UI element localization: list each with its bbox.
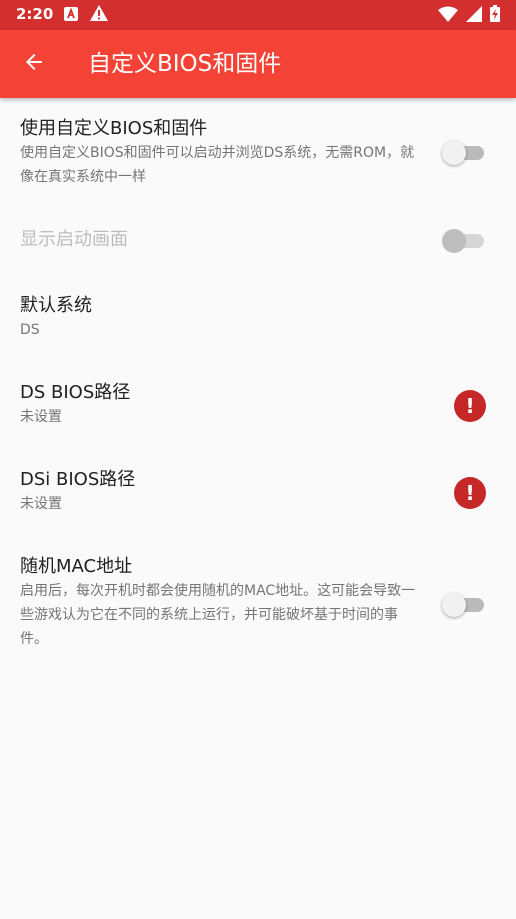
pref-title: 显示启动画面: [20, 229, 128, 250]
alert-icon: !: [454, 477, 486, 509]
status-time: 2:20: [16, 5, 54, 23]
pref-ds-bios-path[interactable]: DS BIOS路径 未设置 !: [0, 364, 516, 452]
pref-use-custom-bios[interactable]: 使用自定义BIOS和固件 使用自定义BIOS和固件可以启动并浏览DS系统，无需R…: [0, 98, 516, 214]
pref-dsi-bios-path[interactable]: DSi BIOS路径 未设置 !: [0, 452, 516, 540]
pref-summary: 未设置: [20, 496, 62, 512]
pref-default-system[interactable]: 默认系统 DS: [0, 277, 516, 364]
pref-show-boot-screen[interactable]: 显示启动画面: [0, 214, 516, 277]
signal-icon: [466, 5, 482, 26]
status-left-icons: [64, 5, 108, 25]
pref-summary: 启用后，每次开机时都会使用随机的MAC地址。这可能会导致一些游戏认为它在不同的系…: [20, 583, 416, 647]
app-bar: 自定义BIOS和固件: [0, 30, 516, 98]
random-mac-switch[interactable]: [442, 593, 484, 617]
status-bar: 2:20: [0, 0, 516, 30]
switch-thumb: [442, 593, 466, 617]
pref-title: DS BIOS路径: [20, 382, 131, 403]
preferences-list: 使用自定义BIOS和固件 使用自定义BIOS和固件可以启动并浏览DS系统，无需R…: [0, 98, 516, 670]
back-button[interactable]: [12, 42, 56, 86]
battery-charging-icon: [490, 5, 500, 26]
wifi-icon: [438, 6, 458, 26]
pref-title: 默认系统: [20, 295, 92, 316]
pref-summary: 使用自定义BIOS和固件可以启动并浏览DS系统，无需ROM，就像在真实系统中一样: [20, 145, 415, 185]
a-notification-icon: [64, 6, 78, 25]
switch-thumb: [442, 229, 466, 253]
page-title: 自定义BIOS和固件: [88, 51, 282, 77]
arrow-back-icon: [22, 50, 46, 78]
warning-icon: [90, 5, 108, 25]
pref-title: 随机MAC地址: [20, 556, 133, 577]
pref-title: 使用自定义BIOS和固件: [20, 118, 208, 139]
switch-thumb: [442, 141, 466, 165]
pref-random-mac[interactable]: 随机MAC地址 启用后，每次开机时都会使用随机的MAC地址。这可能会导致一些游戏…: [0, 540, 516, 670]
pref-title: DSi BIOS路径: [20, 469, 136, 490]
status-right-icons: [438, 5, 500, 26]
pref-summary: DS: [20, 322, 40, 338]
use-custom-bios-switch[interactable]: [442, 141, 484, 165]
alert-icon: !: [454, 390, 486, 422]
show-boot-screen-switch[interactable]: [442, 229, 484, 253]
pref-summary: 未设置: [20, 409, 62, 425]
